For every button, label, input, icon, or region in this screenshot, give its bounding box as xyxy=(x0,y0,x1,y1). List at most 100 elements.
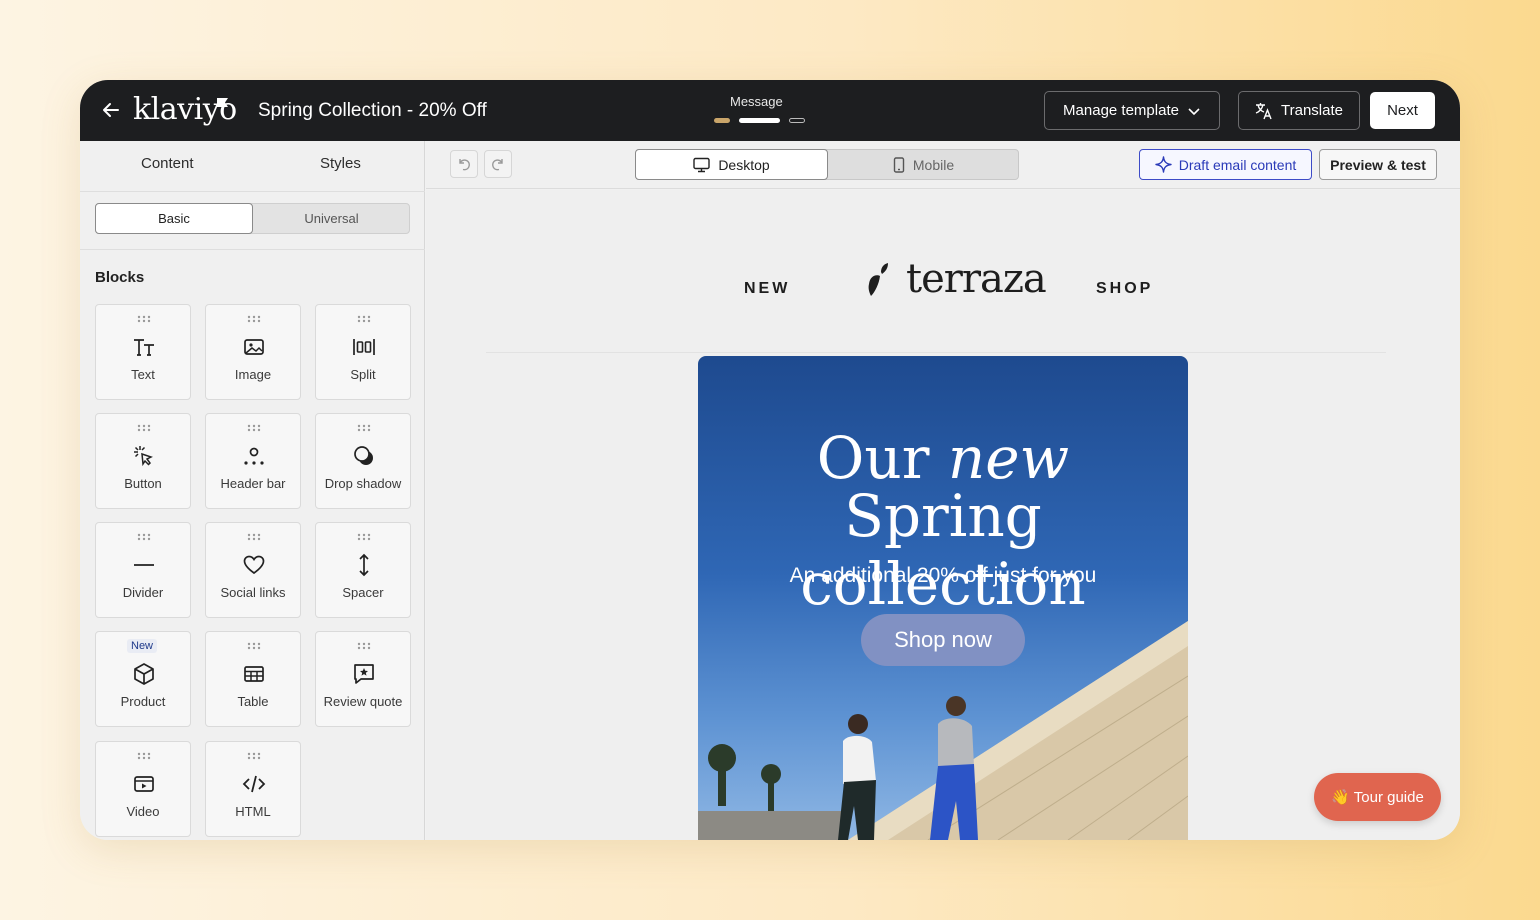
basic-toggle[interactable]: Basic xyxy=(95,203,253,234)
block-label: Image xyxy=(234,367,272,382)
device-toggle: Desktop Mobile xyxy=(635,149,1019,180)
tab-styles[interactable]: Styles xyxy=(320,155,361,172)
drag-handle-icon[interactable] xyxy=(357,533,371,541)
mobile-icon xyxy=(893,156,905,173)
table-icon xyxy=(244,666,264,682)
shop-now-button[interactable]: Shop now xyxy=(861,614,1025,666)
email-brand-logo: terraza xyxy=(906,256,1047,302)
block-type-toggle: Basic Universal xyxy=(95,203,410,234)
block-label: HTML xyxy=(235,804,271,819)
block-label: Text xyxy=(131,367,155,382)
block-label: Drop shadow xyxy=(324,476,402,491)
desktop-icon xyxy=(693,157,711,172)
block-divider[interactable]: Divider xyxy=(95,522,191,618)
block-label: Button xyxy=(124,476,162,491)
block-label: Spacer xyxy=(342,585,384,600)
tab-content[interactable]: Content xyxy=(141,155,194,172)
button-click-icon xyxy=(134,446,153,467)
manage-template-label: Manage template xyxy=(1063,102,1179,119)
drag-handle-icon[interactable] xyxy=(247,752,261,760)
block-drop-shadow[interactable]: Drop shadow xyxy=(315,413,411,509)
text-icon xyxy=(134,339,154,356)
page-title: Spring Collection - 20% Off xyxy=(258,100,487,121)
block-product[interactable]: New Product xyxy=(95,631,191,727)
undo-button[interactable] xyxy=(450,150,478,178)
editor-toolbar: Desktop Mobile Draft email content Previ… xyxy=(426,141,1460,189)
drag-handle-icon[interactable] xyxy=(137,752,151,760)
chevron-down-icon xyxy=(1188,107,1200,115)
block-text[interactable]: Text xyxy=(95,304,191,400)
split-icon xyxy=(353,339,375,355)
block-split[interactable]: Split xyxy=(315,304,411,400)
mobile-view-button[interactable]: Mobile xyxy=(828,149,1019,180)
block-label: Review quote xyxy=(323,694,403,709)
drag-handle-icon[interactable] xyxy=(357,424,371,432)
translate-icon xyxy=(1255,102,1272,119)
block-header-bar[interactable]: Header bar xyxy=(205,413,301,509)
email-hero-block[interactable]: Our new Spring collection An additional … xyxy=(698,356,1188,840)
email-canvas: NEW terraza SHOP Our new Spring collecti… xyxy=(426,190,1460,840)
drag-handle-icon[interactable] xyxy=(357,642,371,650)
new-badge: New xyxy=(127,639,158,653)
hero-heading-line2: Spring collection xyxy=(800,482,1086,618)
translate-button[interactable]: Translate xyxy=(1238,91,1360,130)
block-label: Table xyxy=(237,694,269,709)
step-label: Message xyxy=(730,94,783,109)
block-label: Product xyxy=(120,694,166,709)
step-3[interactable] xyxy=(789,118,805,123)
logo-flag-icon xyxy=(217,98,228,107)
drag-handle-icon[interactable] xyxy=(247,315,261,323)
draft-label: Draft email content xyxy=(1178,156,1297,173)
manage-template-button[interactable]: Manage template xyxy=(1044,91,1220,130)
block-button[interactable]: Button xyxy=(95,413,191,509)
header-bar-icon xyxy=(244,447,264,465)
drag-handle-icon[interactable] xyxy=(247,533,261,541)
spacer-icon xyxy=(359,553,369,577)
block-html[interactable]: HTML xyxy=(205,741,301,837)
review-quote-icon xyxy=(354,664,374,684)
block-review-quote[interactable]: Review quote xyxy=(315,631,411,727)
step-1[interactable] xyxy=(714,118,730,123)
drag-handle-icon[interactable] xyxy=(137,315,151,323)
block-social-links[interactable]: Social links xyxy=(205,522,301,618)
draft-email-content-button[interactable]: Draft email content xyxy=(1139,149,1312,180)
redo-icon xyxy=(492,159,503,171)
video-icon xyxy=(134,776,154,792)
mobile-label: Mobile xyxy=(912,156,955,173)
drag-handle-icon[interactable] xyxy=(137,533,151,541)
step-2[interactable] xyxy=(739,118,780,123)
code-icon xyxy=(242,775,266,793)
hero-subheading: An additional 20% off just for you xyxy=(789,564,1097,587)
tabs-divider xyxy=(80,191,425,192)
block-table[interactable]: Table xyxy=(205,631,301,727)
heart-icon xyxy=(243,555,265,575)
terraza-leaf-icon xyxy=(868,263,888,296)
editor-window: klaviyo Spring Collection - 20% Off Mess… xyxy=(80,80,1460,840)
redo-button[interactable] xyxy=(484,150,512,178)
image-icon xyxy=(244,339,264,355)
email-nav-shop[interactable]: SHOP xyxy=(1096,280,1153,298)
universal-toggle[interactable]: Universal xyxy=(253,203,410,234)
translate-label: Translate xyxy=(1281,102,1343,119)
back-arrow-icon[interactable] xyxy=(100,99,122,121)
next-button[interactable]: Next xyxy=(1370,92,1435,129)
top-bar: klaviyo Spring Collection - 20% Off Mess… xyxy=(80,80,1460,141)
block-video[interactable]: Video xyxy=(95,741,191,837)
undo-icon xyxy=(459,159,470,171)
divider-icon xyxy=(134,564,154,566)
email-nav-new[interactable]: NEW xyxy=(744,280,790,298)
sparkle-icon xyxy=(1155,156,1172,173)
blocks-heading: Blocks xyxy=(95,269,145,286)
tour-guide-button[interactable]: 👋 Tour guide xyxy=(1314,773,1441,821)
drag-handle-icon[interactable] xyxy=(247,642,261,650)
drag-handle-icon[interactable] xyxy=(357,315,371,323)
block-image[interactable]: Image xyxy=(205,304,301,400)
block-label: Social links xyxy=(220,585,286,600)
preview-test-button[interactable]: Preview & test xyxy=(1319,149,1437,180)
block-spacer[interactable]: Spacer xyxy=(315,522,411,618)
drag-handle-icon[interactable] xyxy=(137,424,151,432)
desktop-view-button[interactable]: Desktop xyxy=(635,149,828,180)
block-label: Divider xyxy=(122,585,164,600)
drag-handle-icon[interactable] xyxy=(247,424,261,432)
content-sidebar: Content Styles Basic Universal Blocks Te… xyxy=(80,141,425,840)
